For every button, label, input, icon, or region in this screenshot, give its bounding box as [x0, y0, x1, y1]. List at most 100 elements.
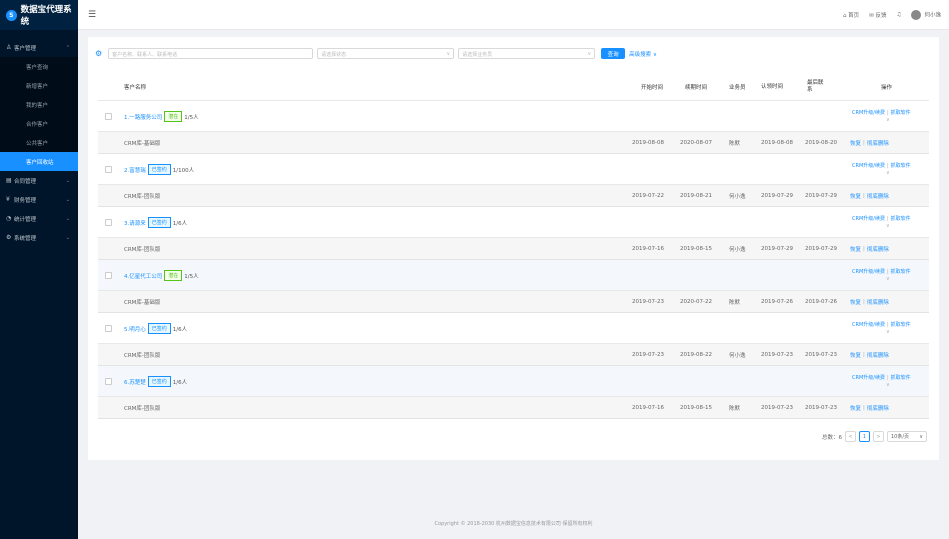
- capture-link[interactable]: 抓取软件: [891, 163, 911, 169]
- customer-name-link[interactable]: 1.一路服务公司: [124, 113, 162, 121]
- staff-cell: 何小逸: [729, 353, 746, 359]
- capture-link[interactable]: 抓取软件: [891, 110, 911, 116]
- row-actions: 恢复 | 彻底删除: [850, 351, 889, 359]
- restore-link[interactable]: 恢复: [850, 298, 861, 306]
- row-checkbox[interactable]: [105, 325, 112, 332]
- user-name: 何小逸: [924, 12, 941, 18]
- sidebar-item[interactable]: 客户回收站: [0, 152, 78, 171]
- sidebar-group-2[interactable]: ¥ 财务管理 ⌄: [0, 190, 78, 209]
- keyword-placeholder: 客户名称、联系人、联系电话: [112, 52, 178, 58]
- delete-forever-link[interactable]: 彻底删除: [867, 192, 889, 200]
- row-checkbox[interactable]: [105, 378, 112, 385]
- brand[interactable]: S 数据宝代理系统: [0, 0, 78, 30]
- menu-collapse-icon[interactable]: ☰: [88, 10, 96, 20]
- feedback-link[interactable]: ✉ 反馈: [869, 11, 886, 19]
- certify-cell: 2019-07-23: [761, 352, 793, 358]
- sidebar-group-1[interactable]: ▤ 合同管理 ⌄: [0, 171, 78, 190]
- upgrade-link[interactable]: CRM升级/续费: [852, 163, 885, 169]
- restore-link[interactable]: 恢复: [850, 139, 861, 147]
- finance-icon: ¥: [6, 196, 10, 203]
- customer-name-link[interactable]: 2.富慧瑞: [124, 166, 146, 174]
- th-expire[interactable]: 续期时间: [685, 73, 707, 101]
- delete-forever-link[interactable]: 彻底删除: [867, 245, 889, 253]
- sidebar-group-0[interactable]: ♙ 客户管理 ⌃: [0, 38, 78, 57]
- sidebar-item[interactable]: 新增客户: [0, 76, 78, 95]
- capture-link[interactable]: 抓取软件: [891, 216, 911, 222]
- th-start[interactable]: 开始时间: [641, 73, 663, 101]
- th-contact[interactable]: 最后联系: [807, 73, 825, 101]
- delete-forever-link[interactable]: 彻底删除: [867, 404, 889, 412]
- table-row: 5.明月心 已签约 1/6人 CRM升级/续费 | 抓取软件 ∨: [98, 313, 929, 344]
- contact-cell: 2019-07-29: [805, 246, 837, 252]
- filter-bar: ⚙ 客户名称、联系人、联系电话 请选择状态 ∨ 请选择业务员 ∨ 查询 高级搜索 ∨: [95, 48, 657, 59]
- staff-cell: 陈默: [729, 406, 741, 412]
- row-checkbox[interactable]: [105, 272, 112, 279]
- keyword-input[interactable]: 客户名称、联系人、联系电话: [108, 48, 314, 59]
- staff-select[interactable]: 请选择业务员 ∨: [458, 48, 596, 59]
- chevron-down-icon[interactable]: ∨: [886, 170, 890, 176]
- main-content: ⚙ 客户名称、联系人、联系电话 请选择状态 ∨ 请选择业务员 ∨ 查询 高级搜索 ∨…: [88, 37, 939, 460]
- customer-name-cell: 3.请源来 已签约 1/6人: [124, 217, 187, 228]
- capture-link[interactable]: 抓取软件: [891, 375, 911, 381]
- chevron-down-icon[interactable]: ∨: [886, 276, 890, 282]
- contract-icon: ▤: [6, 177, 12, 184]
- restore-link[interactable]: 恢复: [850, 351, 861, 359]
- sidebar-item[interactable]: 合作客户: [0, 114, 78, 133]
- sidebar-item[interactable]: 客户查询: [0, 57, 78, 76]
- page-1-button[interactable]: 1: [859, 431, 870, 442]
- sidebar-group-3[interactable]: ◔ 统计管理 ⌄: [0, 209, 78, 228]
- upgrade-link[interactable]: CRM升级/续费: [852, 269, 885, 275]
- page-size-select[interactable]: 10条/页 ∨: [887, 431, 927, 442]
- capture-link[interactable]: 抓取软件: [891, 322, 911, 328]
- delete-forever-link[interactable]: 彻底删除: [867, 351, 889, 359]
- sidebar-item[interactable]: 我的客户: [0, 95, 78, 114]
- status-badge: 已签约: [147, 217, 171, 228]
- customer-name-link[interactable]: 5.明月心: [124, 325, 146, 333]
- query-button[interactable]: 查询: [601, 48, 626, 59]
- row-checkbox[interactable]: [105, 166, 112, 173]
- delete-forever-link[interactable]: 彻底删除: [867, 139, 889, 147]
- user-menu[interactable]: 何小逸: [911, 9, 941, 20]
- row-checkbox[interactable]: [105, 219, 112, 226]
- th-ops: 操作: [881, 85, 893, 91]
- restore-link[interactable]: 恢复: [850, 404, 861, 412]
- settings-gear-icon[interactable]: ⚙: [95, 49, 102, 58]
- restore-link[interactable]: 恢复: [850, 192, 861, 200]
- prev-page-button[interactable]: <: [845, 431, 856, 442]
- customer-name-link[interactable]: 4.亿星代工公司: [124, 272, 162, 280]
- customer-name-link[interactable]: 3.请源来: [124, 219, 146, 227]
- advanced-search-link[interactable]: 高级搜索 ∨: [629, 50, 657, 58]
- chevron-down-icon: ⌄: [65, 177, 70, 184]
- bell-icon[interactable]: ♫: [897, 12, 902, 18]
- th-certify[interactable]: 认领时间: [761, 73, 785, 101]
- restore-link[interactable]: 恢复: [850, 245, 861, 253]
- status-badge: 潜在: [164, 111, 183, 122]
- upgrade-link[interactable]: CRM升级/续费: [852, 322, 885, 328]
- chevron-down-icon[interactable]: ∨: [886, 329, 890, 335]
- capture-link[interactable]: 抓取软件: [891, 269, 911, 275]
- chevron-down-icon[interactable]: ∨: [886, 382, 890, 388]
- sidebar-group-4[interactable]: ⚙ 系统管理 ⌄: [0, 228, 78, 247]
- customer-name-link[interactable]: 6.苏楚楚: [124, 378, 146, 386]
- footer: Copyright © 2018-2030 杭州数据宝信息技术有限公司 保留所有…: [434, 521, 593, 527]
- contact-cell: 2019-07-26: [805, 299, 837, 305]
- status-placeholder: 请选择状态: [321, 52, 347, 58]
- customer-name-cell: 4.亿星代工公司 潜在 1/5人: [124, 270, 199, 281]
- th-staff[interactable]: 业务员: [729, 73, 746, 101]
- home-link[interactable]: ⌂ 首页: [843, 11, 859, 19]
- sidebar-item[interactable]: 公共客户: [0, 133, 78, 152]
- upgrade-link[interactable]: CRM升级/续费: [852, 375, 885, 381]
- chevron-down-icon[interactable]: ∨: [886, 117, 890, 123]
- delete-forever-link[interactable]: 彻底删除: [867, 298, 889, 306]
- total-count: 总数：6: [822, 434, 842, 441]
- row-checkbox[interactable]: [105, 113, 112, 120]
- next-page-button[interactable]: >: [873, 431, 884, 442]
- upgrade-link[interactable]: CRM升级/续费: [852, 216, 885, 222]
- staff-cell: 陈默: [729, 141, 741, 147]
- staff-cell: 何小逸: [729, 247, 746, 253]
- status-select[interactable]: 请选择状态 ∨: [317, 48, 455, 59]
- avatar: [911, 9, 922, 20]
- upgrade-link[interactable]: CRM升级/续费: [852, 110, 885, 116]
- certify-cell: 2019-07-29: [761, 193, 793, 199]
- chevron-down-icon[interactable]: ∨: [886, 223, 890, 229]
